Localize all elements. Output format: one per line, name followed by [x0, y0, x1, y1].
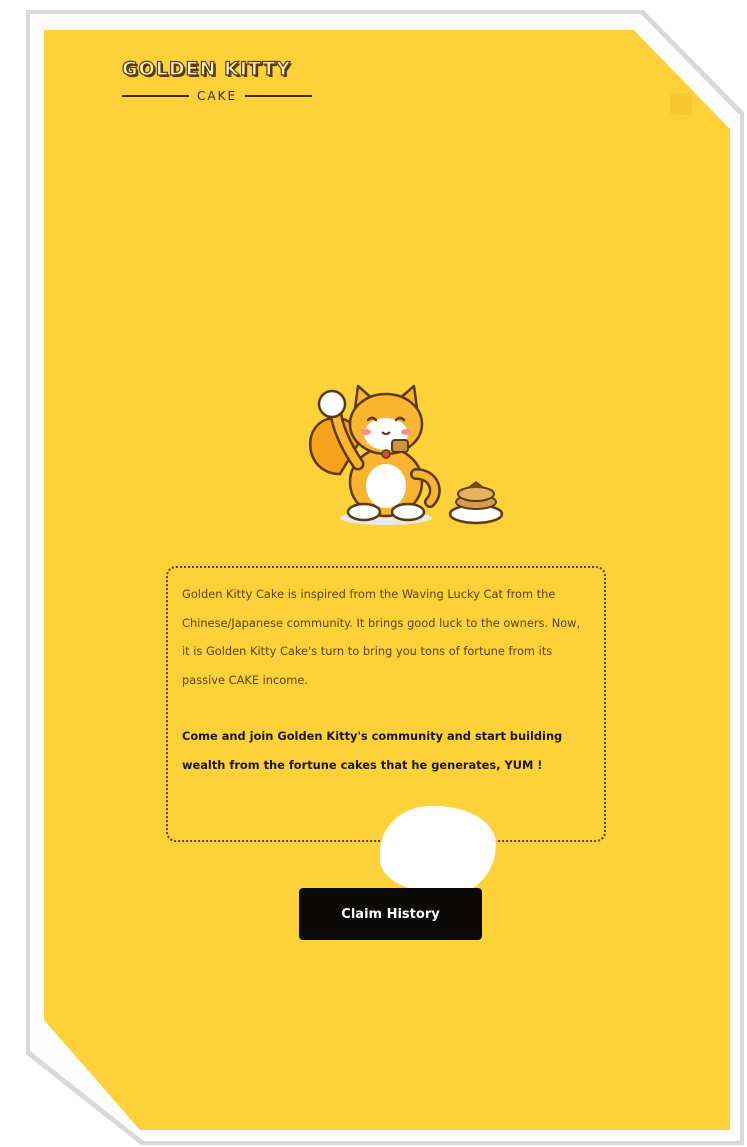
about-box: Golden Kitty Cake is inspired from the W… — [166, 566, 606, 842]
logo-rule-left — [122, 95, 189, 97]
lucky-cat-mascot-icon — [309, 384, 504, 525]
logo-subtitle-text: CAKE — [196, 89, 238, 103]
claim-history-button[interactable]: Claim History — [299, 888, 482, 940]
about-paragraph: Golden Kitty Cake is inspired from the W… — [182, 587, 581, 687]
logo-wordmark: GOLDEN KITTY — [121, 57, 292, 80]
logo-rule-right — [245, 95, 313, 97]
call-to-action-text: Come and join Golden Kitty's community a… — [182, 729, 563, 772]
white-smudge — [380, 806, 496, 894]
golden-kitty-logo[interactable]: GOLDEN KITTY CAKE — [121, 57, 313, 108]
logo-subtitle: CAKE — [122, 88, 313, 104]
corner-icon — [670, 93, 692, 115]
